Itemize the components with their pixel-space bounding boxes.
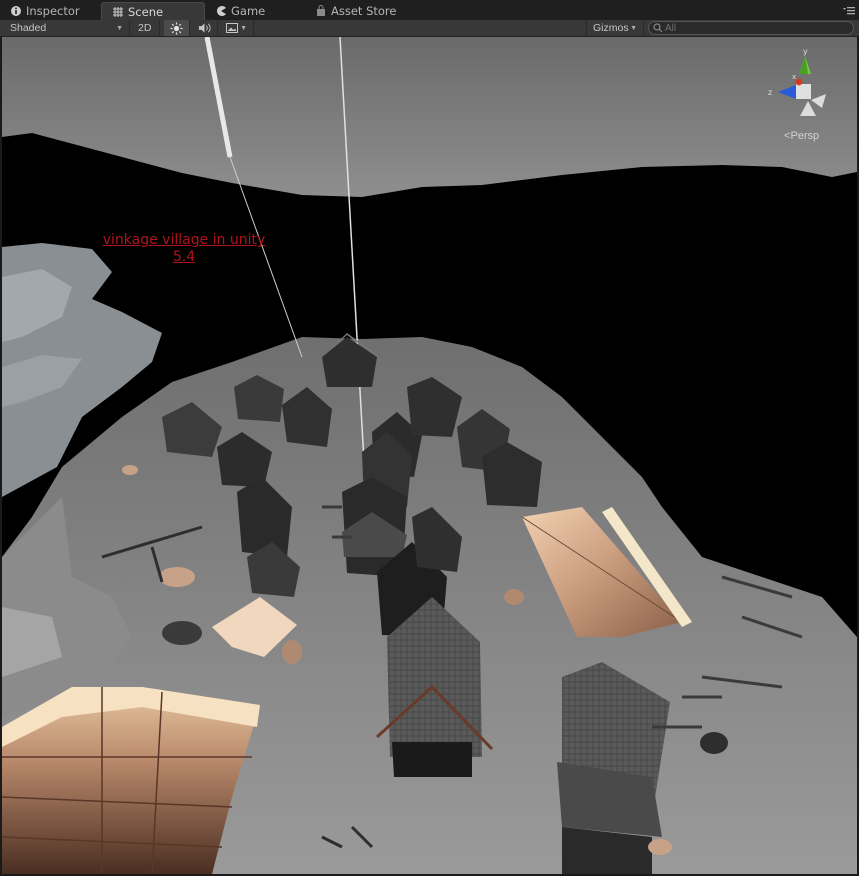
render-mode-dropdown[interactable]: Shaded ▼ bbox=[4, 20, 130, 36]
search-icon bbox=[653, 23, 663, 33]
gizmo-y-label: y bbox=[803, 47, 808, 56]
render-mode-label: Shaded bbox=[10, 22, 47, 34]
scene-render bbox=[2, 37, 857, 874]
effects-dropdown[interactable]: ▼ bbox=[220, 20, 254, 36]
persp-label: Persp bbox=[790, 130, 820, 142]
tab-game[interactable]: Game bbox=[205, 2, 305, 20]
annotation-line-2: 5.4 bbox=[172, 249, 196, 265]
mode-2d-toggle[interactable]: 2D bbox=[132, 20, 160, 36]
editor-tab-bar: Inspector Scene Game Asset Store bbox=[0, 0, 859, 20]
tab-scene-label: Scene bbox=[128, 4, 164, 19]
scene-viewport[interactable]: vinkage village in unity 5.4 y x z <Pers… bbox=[2, 37, 857, 874]
tab-scene[interactable]: Scene bbox=[101, 2, 205, 20]
store-bag-icon bbox=[317, 5, 325, 16]
lighting-toggle[interactable] bbox=[164, 20, 190, 36]
tab-inspector[interactable]: Inspector bbox=[0, 2, 100, 20]
mode-2d-label: 2D bbox=[138, 22, 152, 34]
tab-game-label: Game bbox=[231, 4, 266, 18]
audio-icon bbox=[198, 23, 211, 33]
tab-asset-store-label: Asset Store bbox=[331, 4, 397, 18]
annotation-line-1: vinkage village in unity bbox=[102, 232, 266, 248]
tab-asset-store[interactable]: Asset Store bbox=[305, 2, 425, 20]
z-axis-cone[interactable] bbox=[778, 85, 796, 99]
x-axis-cone[interactable] bbox=[795, 78, 803, 86]
audio-toggle[interactable] bbox=[192, 20, 218, 36]
image-icon bbox=[226, 23, 238, 33]
tab-inspector-label: Inspector bbox=[26, 4, 80, 18]
gizmos-label: Gizmos bbox=[593, 22, 629, 34]
sun-icon bbox=[170, 22, 183, 34]
gizmo-z-label: z bbox=[768, 88, 772, 97]
search-placeholder: All bbox=[665, 22, 677, 34]
menu-icon[interactable] bbox=[843, 6, 855, 16]
scene-toolbar: Shaded ▼ 2D ▼ Gizmos ▼ All bbox=[0, 20, 859, 37]
info-icon bbox=[11, 6, 21, 16]
scene-grid-icon bbox=[113, 6, 123, 17]
chevron-down-icon: ▼ bbox=[240, 24, 247, 32]
game-pacman-icon bbox=[217, 6, 226, 16]
orientation-gizmo[interactable]: y x z bbox=[762, 44, 834, 119]
view-mode-toggle[interactable]: <Persp bbox=[784, 130, 819, 142]
scene-annotation: vinkage village in unity 5.4 bbox=[86, 232, 282, 266]
gizmo-x-label: x bbox=[792, 73, 796, 81]
search-input[interactable]: All bbox=[648, 21, 854, 35]
chevron-down-icon: ▼ bbox=[116, 24, 123, 32]
gizmos-dropdown[interactable]: Gizmos ▼ bbox=[586, 20, 644, 36]
chevron-down-icon: ▼ bbox=[630, 24, 637, 32]
